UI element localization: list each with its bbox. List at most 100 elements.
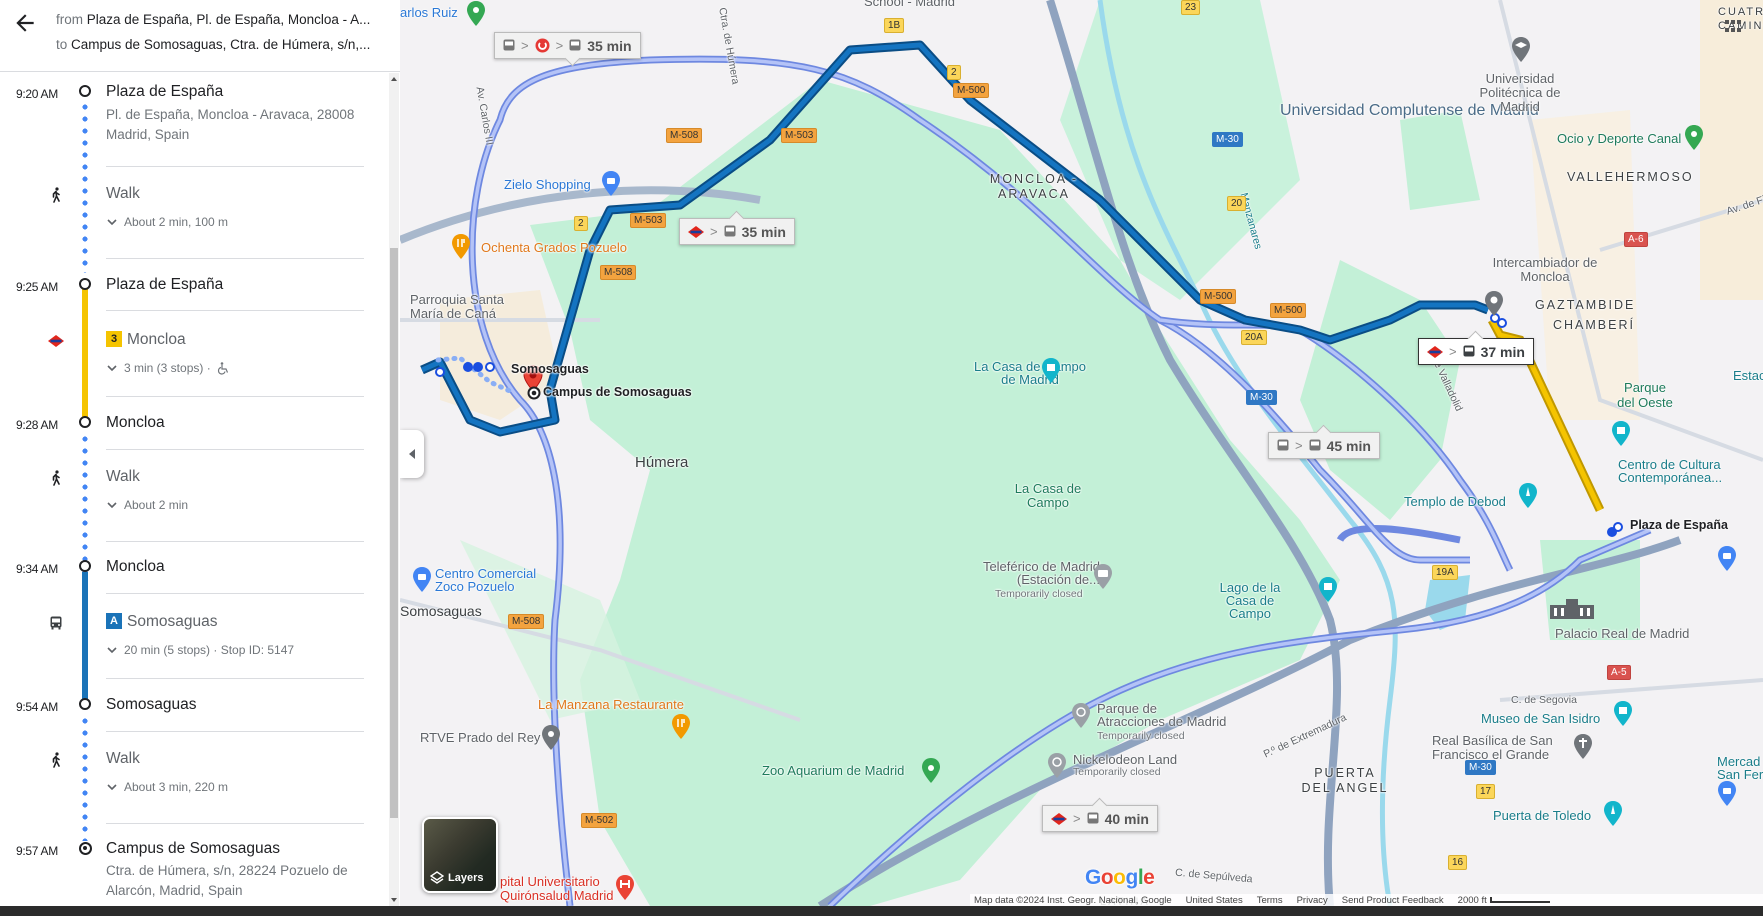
step-detail-toggle[interactable]: 20 min (5 stops) · Stop ID: 5147 xyxy=(106,643,294,657)
restaurant-pin-icon[interactable] xyxy=(450,233,472,261)
destination-label[interactable]: Campus de Somosaguas xyxy=(543,385,692,399)
place-label[interactable]: Zielo Shopping xyxy=(504,177,591,192)
region-link[interactable]: United States xyxy=(1186,895,1243,906)
route-option-alt-3[interactable]: > 45 min xyxy=(1268,432,1380,459)
place-label[interactable]: La Casa de Campo de Madrid xyxy=(970,360,1090,386)
museum-pin-icon[interactable] xyxy=(1612,700,1634,728)
route-option-alt-4[interactable]: > 40 min xyxy=(1042,805,1158,832)
hospital-pin-icon[interactable] xyxy=(614,874,636,902)
place-pin-icon[interactable] xyxy=(540,724,562,752)
stop-name[interactable]: Moncloa xyxy=(106,414,165,432)
place-label[interactable]: Parroquia Santa María de Caná xyxy=(410,293,520,321)
stop-name[interactable]: Plaza de España xyxy=(106,276,223,294)
museum-pin-icon[interactable] xyxy=(1610,420,1632,448)
monument-pin-icon[interactable] xyxy=(1602,800,1624,828)
step-label: 3 Moncloa xyxy=(106,331,186,349)
amusement-park-pin-icon[interactable] xyxy=(1046,752,1068,780)
transit-hub-pin-icon[interactable] xyxy=(1483,290,1505,318)
landmark-pin-icon[interactable] xyxy=(1040,357,1062,385)
place-label[interactable]: Palacio Real de Madrid xyxy=(1555,626,1689,641)
road-badge: 2 xyxy=(947,65,961,80)
scrollbar-thumb[interactable] xyxy=(390,248,398,818)
step-detail-toggle[interactable]: About 2 min, 100 m xyxy=(106,215,228,229)
directions-header: from Plaza de España, Pl. de España, Mon… xyxy=(0,0,400,72)
back-arrow-icon[interactable] xyxy=(12,10,38,36)
metro-icon xyxy=(48,333,64,349)
place-label[interactable]: Lago de la Casa de Campo xyxy=(1210,581,1290,620)
palace-icon[interactable] xyxy=(1548,597,1596,621)
shopping-pin-icon[interactable] xyxy=(411,566,433,594)
divider xyxy=(106,166,364,167)
market-pin-icon[interactable] xyxy=(1716,780,1738,808)
origin-label[interactable]: Plaza de España xyxy=(1630,518,1728,532)
sidebar-scrollbar[interactable] xyxy=(389,73,399,906)
shopping-pin-icon[interactable] xyxy=(1716,545,1738,573)
scroll-down-arrow-icon[interactable] xyxy=(391,898,397,902)
stop-name[interactable]: Plaza de España xyxy=(106,83,223,101)
to-line[interactable]: to Campus de Somosaguas, Ctra. de Húmera… xyxy=(56,37,376,52)
place-label[interactable]: Real Basílica de San Francisco el Grande xyxy=(1432,734,1582,762)
place-label[interactable]: Estació xyxy=(1733,368,1763,383)
status-label: Temporarily closed xyxy=(1097,730,1185,742)
stop-circle-icon xyxy=(79,698,91,710)
from-line[interactable]: from Plaza de España, Pl. de España, Mon… xyxy=(56,12,376,27)
privacy-link[interactable]: Privacy xyxy=(1297,895,1328,906)
place-label[interactable]: Parque de Atracciones de Madrid xyxy=(1097,702,1227,728)
step-detail-toggle[interactable]: About 2 min xyxy=(106,498,188,512)
map-canvas[interactable]: Somosaguas Campus de Somosaguas Plaza de… xyxy=(400,0,1763,906)
step-detail-toggle[interactable]: 3 min (3 stops) · xyxy=(106,361,229,375)
place-label[interactable]: Zoo Aquarium de Madrid xyxy=(762,763,904,778)
place-label[interactable]: Ochenta Grados Pozuelo xyxy=(481,240,627,255)
scroll-up-arrow-icon[interactable] xyxy=(391,77,397,81)
place-label[interactable]: Ocio y Deporte Canal xyxy=(1557,131,1681,146)
place-label[interactable]: Centro de Cultura Contemporánea... xyxy=(1618,458,1748,484)
place-label[interactable]: Mercad San Fer xyxy=(1717,755,1763,781)
camera-pin-icon[interactable] xyxy=(1092,563,1114,591)
place-label[interactable]: Centro Comercial Zoco Pozuelo xyxy=(435,567,555,593)
shopping-pin-icon[interactable] xyxy=(600,170,622,198)
place-label[interactable]: Universidad Complutense de Madrid xyxy=(1280,102,1539,119)
route-option-selected[interactable]: > 37 min xyxy=(1418,338,1534,365)
place-label[interactable]: La Manzana Restaurante xyxy=(538,697,684,712)
scale-control[interactable]: 2000 ft xyxy=(1458,895,1550,906)
monument-pin-icon[interactable] xyxy=(1517,482,1539,510)
restaurant-pin-icon[interactable] xyxy=(670,713,692,741)
apps-grid-icon[interactable] xyxy=(1725,20,1743,34)
place-label[interactable]: Museo de San Isidro xyxy=(1481,711,1600,726)
zoo-pin-icon[interactable] xyxy=(920,757,942,785)
university-pin-icon[interactable] xyxy=(1510,36,1532,64)
chevron-down-icon xyxy=(107,219,117,226)
layers-button[interactable]: Layers xyxy=(422,817,498,893)
feedback-link[interactable]: Send Product Feedback xyxy=(1342,895,1444,906)
stop-name[interactable]: Somosaguas xyxy=(106,696,196,714)
chevron-down-icon xyxy=(107,502,117,509)
place-label[interactable]: Teleférico de Madrid (Estación de... xyxy=(940,560,1100,586)
place-label[interactable]: arlos Ruiz xyxy=(400,5,458,20)
route-option-alt-2[interactable]: > 35 min xyxy=(679,218,795,245)
road-badge: 20 xyxy=(1227,196,1247,211)
amusement-park-pin-icon[interactable] xyxy=(1070,702,1092,730)
stop-time: 9:28 AM xyxy=(16,418,58,432)
landmark-pin-icon[interactable] xyxy=(1317,576,1339,604)
road-badge: M-508 xyxy=(666,128,703,143)
church-pin-icon[interactable] xyxy=(1572,733,1594,761)
place-label[interactable]: Nickelodeon Land xyxy=(1073,752,1177,767)
place-label[interactable]: Universidad Politécnica de Madrid xyxy=(1470,72,1570,114)
park-pin-icon[interactable] xyxy=(1683,124,1705,152)
stop-label[interactable]: Somosaguas xyxy=(511,362,589,376)
collapse-panel-button[interactable] xyxy=(400,430,424,478)
destination-target-icon xyxy=(79,842,92,855)
place-label[interactable]: Puerta de Toledo xyxy=(1493,808,1591,823)
place-label[interactable]: pital Universitario Quirónsalud Madrid xyxy=(500,875,660,903)
route-option-alt-1[interactable]: > > 35 min xyxy=(494,32,641,59)
place-label[interactable]: Intercambiador de Moncloa xyxy=(1485,256,1605,284)
stop-name[interactable]: Moncloa xyxy=(106,558,165,576)
terms-link[interactable]: Terms xyxy=(1257,895,1283,906)
restaurant-pin-icon[interactable] xyxy=(465,0,487,28)
place-label[interactable]: School - Madrid xyxy=(864,0,955,9)
place-label[interactable]: Templo de Debod xyxy=(1404,494,1506,509)
step-detail-toggle[interactable]: About 3 min, 220 m xyxy=(106,780,228,794)
stop-name[interactable]: Campus de Somosaguas xyxy=(106,840,280,858)
place-label[interactable]: RTVE Prado del Rey xyxy=(420,730,540,745)
layers-icon xyxy=(430,871,444,884)
